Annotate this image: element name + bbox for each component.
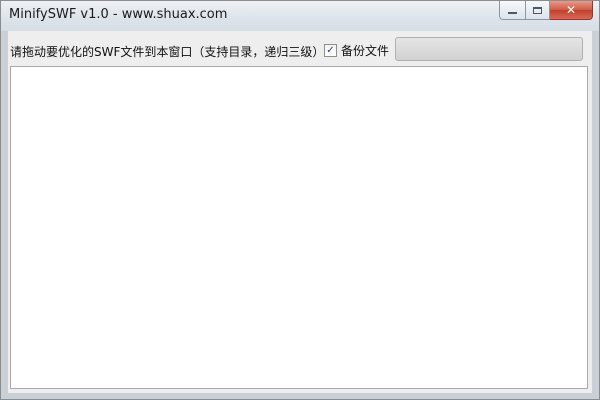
minimize-button[interactable]	[499, 1, 525, 20]
instruction-label: 请拖动要优化的SWF文件到本窗口（支持目录，递归三级）	[10, 45, 325, 59]
close-button[interactable]: ✕	[550, 1, 593, 20]
backup-option[interactable]: ✓ 备份文件	[324, 42, 389, 59]
backup-label[interactable]: 备份文件	[341, 42, 389, 59]
checkmark-icon: ✓	[326, 44, 335, 56]
caption-buttons: ✕	[499, 1, 593, 21]
maximize-button[interactable]	[525, 1, 550, 20]
file-drop-list[interactable]	[10, 66, 588, 389]
minimize-icon	[508, 12, 517, 14]
app-window: MinifySWF v1.0 - www.shuax.com ✕ 请拖动要优化的…	[0, 0, 600, 400]
backup-checkbox[interactable]: ✓	[324, 44, 337, 57]
title-bar[interactable]: MinifySWF v1.0 - www.shuax.com ✕	[1, 1, 599, 31]
client-area: 请拖动要优化的SWF文件到本窗口（支持目录，递归三级） ✓ 备份文件	[8, 31, 592, 393]
close-icon: ✕	[565, 3, 577, 17]
maximize-icon	[533, 6, 542, 14]
window-title: MinifySWF v1.0 - www.shuax.com	[9, 7, 228, 22]
progress-bar	[395, 37, 583, 61]
